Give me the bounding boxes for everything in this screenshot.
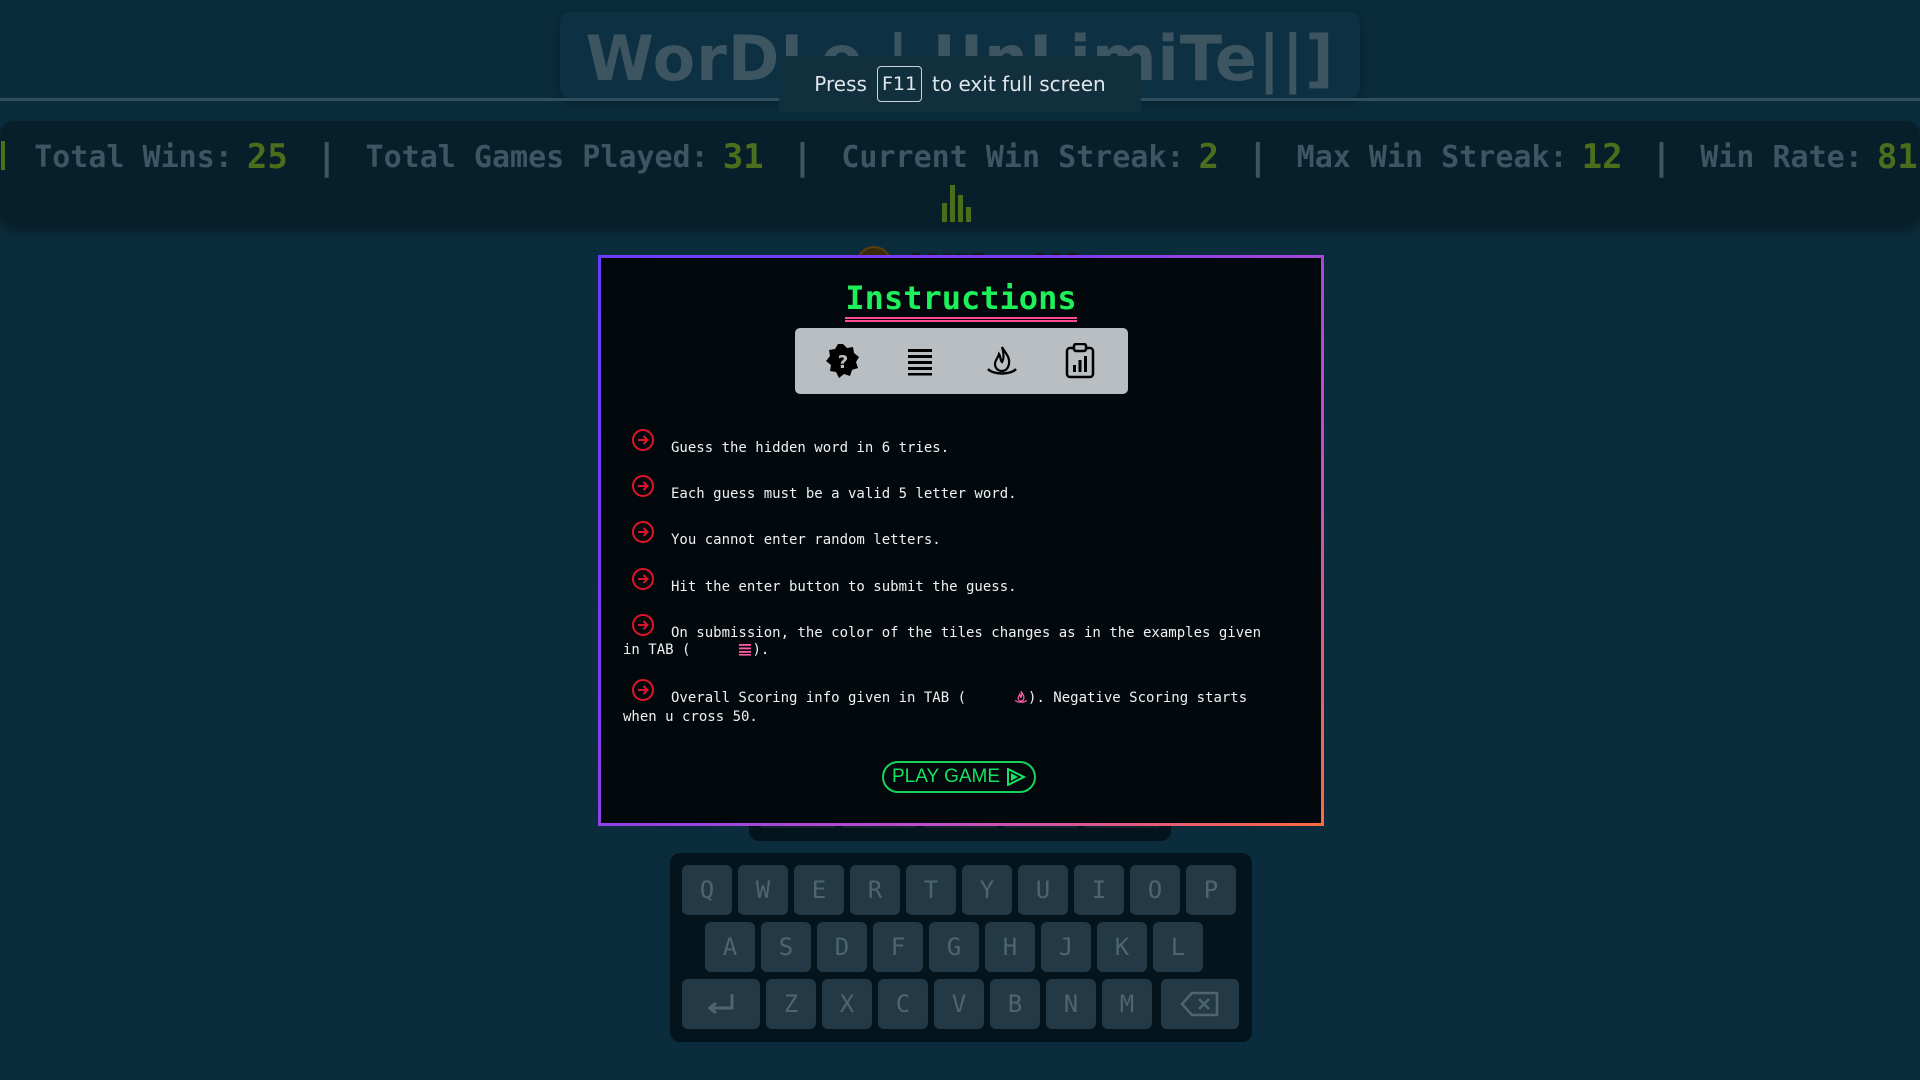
stats-bar: Total Wins: 25 | Total Games Played: 31 … — [0, 121, 1920, 225]
tab-stats[interactable] — [1060, 341, 1100, 381]
svg-text:?: ? — [838, 352, 848, 373]
instruction-text: Hit the enter button to submit the guess… — [671, 579, 1017, 595]
key-h[interactable]: H — [985, 922, 1035, 972]
max-streak-label: Max Win Streak: — [1296, 139, 1568, 175]
instruction-text-part: Overall Scoring info given in TAB ( — [671, 690, 967, 706]
current-streak-label: Current Win Streak: — [841, 139, 1185, 175]
key-c[interactable]: C — [878, 979, 928, 1029]
instruction-text-part: ). — [752, 642, 770, 658]
tab-scoring[interactable] — [982, 341, 1022, 381]
key-t[interactable]: T — [906, 865, 956, 915]
play-game-label: PLAY GAME — [891, 766, 1001, 787]
modal-tab-bar: ? — [795, 328, 1128, 394]
instructions-modal: Instructions ? Guess the hidden word in … — [598, 255, 1324, 826]
modal-title-text: Instructions — [845, 279, 1077, 322]
key-n[interactable]: N — [1046, 979, 1096, 1029]
key-j[interactable]: J — [1041, 922, 1091, 972]
key-d[interactable]: D — [817, 922, 867, 972]
key-r[interactable]: R — [850, 865, 900, 915]
toast-suffix: to exit full screen — [932, 72, 1106, 96]
key-o[interactable]: O — [1130, 865, 1180, 915]
key-l[interactable]: L — [1153, 922, 1203, 972]
key-y[interactable]: Y — [962, 865, 1012, 915]
bar-chart-icon — [0, 135, 6, 179]
current-streak-value: 2 — [1198, 137, 1219, 177]
tab-examples[interactable] — [900, 341, 940, 381]
key-f[interactable]: F — [873, 922, 923, 972]
key-p[interactable]: P — [1186, 865, 1236, 915]
backspace-key[interactable] — [1161, 979, 1239, 1029]
bar-chart-icon[interactable] — [940, 183, 976, 227]
play-game-button[interactable]: PLAY GAME — [882, 761, 1036, 793]
key-i[interactable]: I — [1074, 865, 1124, 915]
instruction-text: Overall Scoring info given in TAB (). Ne… — [623, 690, 1283, 726]
list-icon — [690, 643, 752, 661]
stats-separator: | — [791, 136, 814, 178]
key-a[interactable]: A — [705, 922, 755, 972]
instruction-text: You cannot enter random letters. — [671, 532, 941, 548]
help-icon: ? — [826, 344, 859, 378]
key-k[interactable]: K — [1097, 922, 1147, 972]
stats-separator: | — [315, 136, 338, 178]
instruction-text: Each guess must be a valid 5 letter word… — [671, 486, 1017, 502]
key-g[interactable]: G — [929, 922, 979, 972]
list-icon — [908, 349, 932, 376]
key-x[interactable]: X — [822, 979, 872, 1029]
instruction-text: Guess the hidden word in 6 tries. — [671, 440, 950, 456]
backspace-icon — [1180, 991, 1219, 1017]
toast-prefix: Press — [814, 72, 867, 96]
flame-icon — [987, 346, 1017, 375]
key-b[interactable]: B — [990, 979, 1040, 1029]
key-v[interactable]: V — [934, 979, 984, 1029]
on-screen-keyboard: QWERTYUIOP ASDFGHJKL ZXCVBNM — [670, 853, 1252, 1042]
stats-row: Total Wins: 25 | Total Games Played: 31 … — [0, 131, 1920, 183]
flame-icon — [966, 690, 1028, 709]
key-u[interactable]: U — [1018, 865, 1068, 915]
key-s[interactable]: S — [761, 922, 811, 972]
toast-key: F11 — [876, 66, 923, 102]
stats-separator: | — [1246, 136, 1269, 178]
instruction-text: On submission, the color of the tiles ch… — [623, 625, 1283, 661]
key-m[interactable]: M — [1102, 979, 1152, 1029]
win-rate-value: 81 — [1876, 137, 1918, 177]
key-e[interactable]: E — [794, 865, 844, 915]
modal-body: Instructions ? Guess the hidden word in … — [601, 258, 1321, 823]
games-played-label: Total Games Played: — [365, 139, 709, 175]
games-played-value: 31 — [722, 137, 764, 177]
tab-help[interactable]: ? — [823, 341, 863, 381]
fullscreen-toast: Press F11 to exit full screen — [779, 56, 1141, 112]
play-icon — [1007, 768, 1027, 786]
key-q[interactable]: Q — [682, 865, 732, 915]
enter-icon — [707, 994, 734, 1015]
modal-title: Instructions — [601, 278, 1321, 322]
max-streak-value: 12 — [1581, 137, 1623, 177]
key-z[interactable]: Z — [766, 979, 816, 1029]
win-rate-label: Win Rate: — [1700, 139, 1863, 175]
total-wins-value: 25 — [246, 137, 288, 177]
clipboard-chart-icon — [1065, 343, 1095, 379]
key-w[interactable]: W — [738, 865, 788, 915]
stats-separator: | — [1650, 136, 1673, 178]
enter-key[interactable] — [682, 979, 760, 1029]
total-wins-label: Total Wins: — [34, 139, 233, 175]
